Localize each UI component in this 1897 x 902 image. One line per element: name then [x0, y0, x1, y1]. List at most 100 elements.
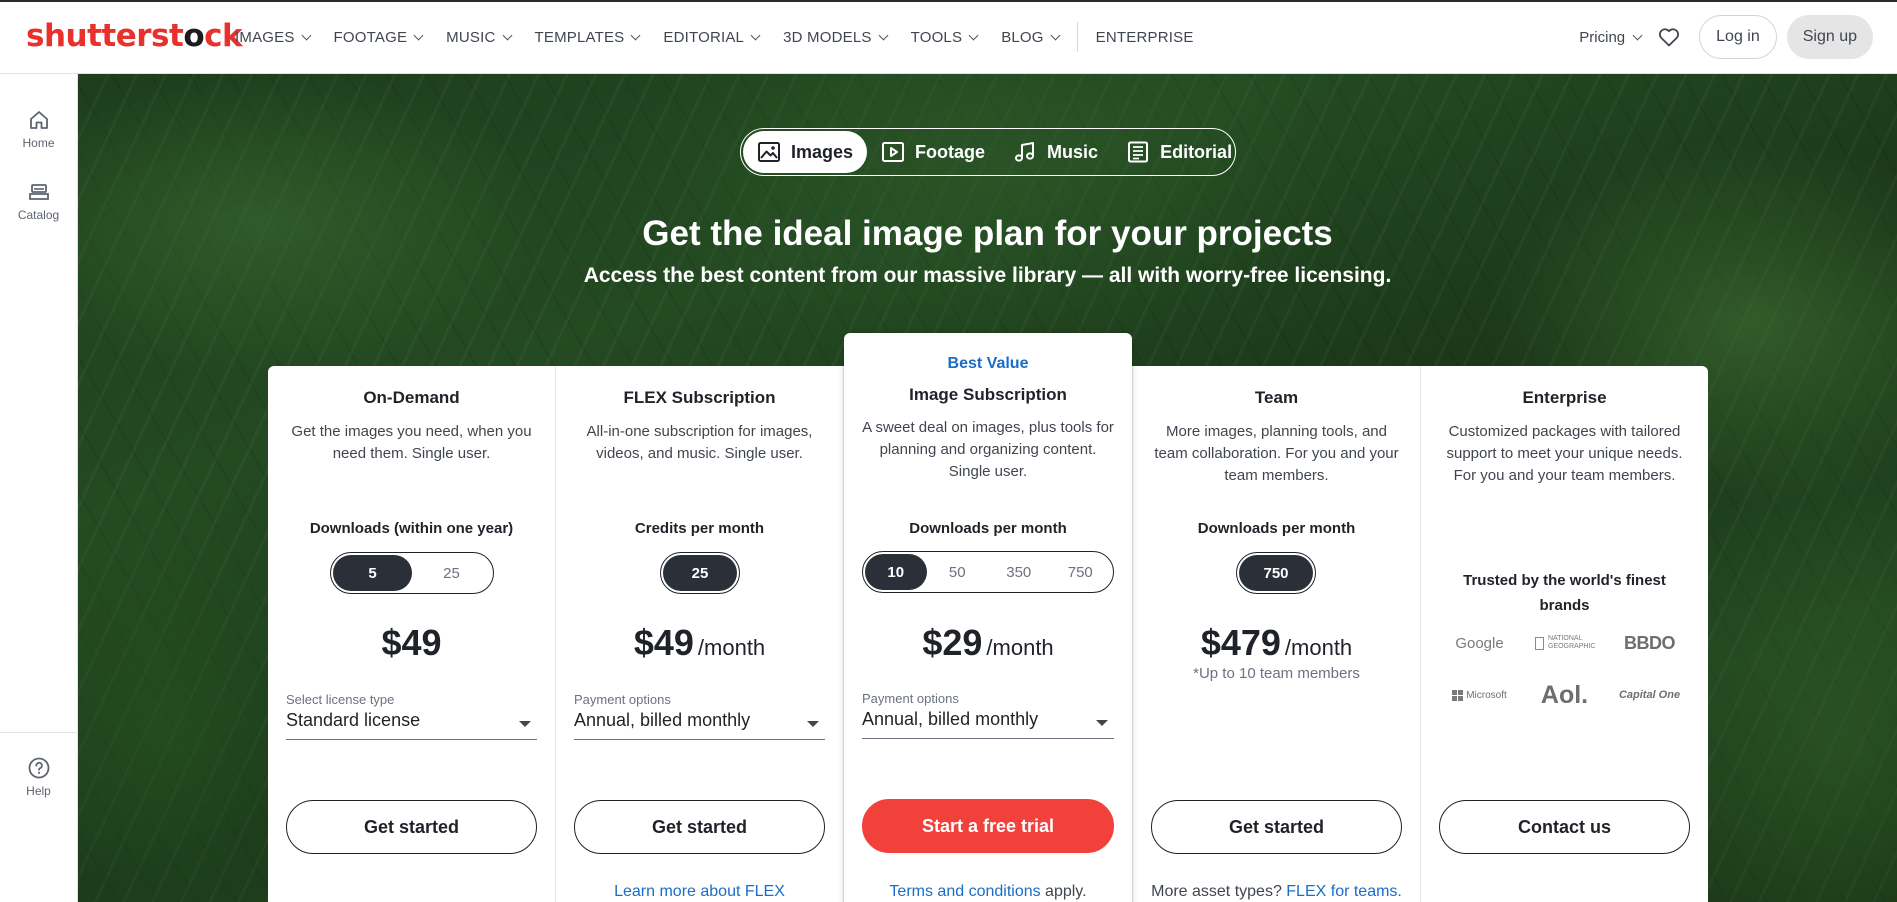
chevron-down-icon	[1050, 30, 1061, 40]
quantity-label: Downloads (within one year)	[309, 520, 514, 537]
natgeo-text: NATIONAL GEOGRAPHIC	[1548, 635, 1596, 650]
page-title: Get the ideal image plan for your projec…	[642, 214, 1333, 253]
heart-icon[interactable]	[1657, 25, 1681, 49]
nav-3d-models[interactable]: 3D MODELS	[783, 29, 889, 46]
price-period: /month	[697, 635, 766, 660]
music-note-icon	[1015, 142, 1035, 162]
payment-options-select[interactable]: Annual, billed monthly	[574, 710, 825, 740]
nav-blog[interactable]: BLOG	[1001, 29, 1061, 46]
nav-images[interactable]: IMAGES	[235, 29, 311, 46]
contact-us-button[interactable]: Contact us	[1439, 800, 1690, 854]
sidebar-item-catalog[interactable]: Catalog	[0, 180, 77, 222]
quantity-option-5[interactable]: 5	[333, 555, 412, 591]
trusted-brands-heading: Trusted by the world's finest brands	[1463, 572, 1666, 614]
shutterstock-logo[interactable]: shutterstock	[26, 18, 243, 54]
pricing-plans: On-Demand Get the images you need, when …	[268, 333, 1708, 902]
nav-music[interactable]: MUSIC	[446, 29, 512, 46]
chevron-down-icon	[1632, 30, 1643, 40]
windows-icon	[1452, 689, 1464, 701]
plan-price: $49/month	[556, 622, 843, 664]
flex-for-teams-link[interactable]: FLEX for teams.	[1286, 883, 1402, 900]
top-navigation: shutterstock IMAGES FOOTAGE MUSIC TEMPLA…	[0, 0, 1897, 74]
pricing-label: Pricing	[1579, 28, 1626, 46]
license-type-label: Select license type	[286, 692, 395, 707]
get-started-button[interactable]: Get started	[1151, 800, 1402, 854]
get-started-button[interactable]: Get started	[574, 800, 825, 854]
quantity-option-750[interactable]: 750	[1239, 555, 1313, 591]
chevron-down-icon	[413, 30, 424, 40]
logo-text-red: shutterst	[26, 18, 184, 54]
nav-editorial[interactable]: EDITORIAL	[663, 28, 761, 46]
nav-editorial-label: EDITORIAL	[663, 28, 745, 46]
pricing-menu[interactable]: Pricing	[1579, 28, 1643, 46]
asset-types-text: More asset types?	[1151, 883, 1287, 900]
account-controls: Pricing Log in Sign up	[1579, 14, 1873, 60]
sidebar-item-help[interactable]: Help	[0, 756, 77, 798]
price-amount: $49	[633, 622, 694, 663]
tab-editorial[interactable]: Editorial	[1112, 131, 1246, 173]
bbdo-logo: BBDO	[1624, 632, 1676, 653]
quantity-option-750[interactable]: 750	[1050, 554, 1112, 590]
plan-name: Team	[1254, 388, 1299, 407]
natgeo-frame-icon	[1535, 636, 1544, 650]
get-started-button[interactable]: Get started	[286, 800, 537, 854]
video-icon	[882, 142, 905, 162]
media-type-tabs: Images Footage Music Editorial	[740, 128, 1236, 176]
login-button[interactable]: Log in	[1699, 15, 1777, 59]
nav-enterprise[interactable]: ENTERPRISE	[1096, 29, 1194, 46]
chevron-down-icon	[630, 30, 641, 40]
signup-button[interactable]: Sign up	[1786, 15, 1873, 59]
payment-options-select[interactable]: Annual, billed monthly	[862, 709, 1114, 739]
sidebar-item-home[interactable]: Home	[0, 108, 77, 150]
payment-options-label: Payment options	[862, 691, 959, 706]
quantity-label: Downloads per month	[909, 520, 1067, 537]
team-members-note: *Up to 10 team members	[1193, 665, 1360, 682]
quantity-option-25[interactable]: 25	[663, 555, 737, 591]
tab-images[interactable]: Images	[743, 131, 868, 173]
price-period: /month	[1284, 635, 1353, 660]
tab-music[interactable]: Music	[999, 131, 1112, 173]
tab-images-label: Images	[791, 141, 854, 162]
quantity-option-50[interactable]: 50	[927, 554, 989, 590]
learn-more-flex-link[interactable]: Learn more about FLEX	[614, 883, 785, 900]
plan-description: A sweet deal on images, plus tools for p…	[862, 419, 1114, 480]
help-icon	[28, 757, 49, 779]
tab-footage[interactable]: Footage	[867, 131, 999, 173]
terms-link[interactable]: Terms and conditions	[889, 883, 1040, 900]
quantity-label: Credits per month	[634, 520, 765, 537]
plan-price: $479/month	[1133, 622, 1420, 664]
nav-tools-label: TOOLS	[910, 28, 963, 46]
quantity-selector: 5 25	[330, 552, 494, 594]
price-amount: $49	[381, 622, 442, 663]
tab-editorial-label: Editorial	[1160, 141, 1233, 162]
google-logo: Google	[1455, 634, 1504, 652]
plan-card-team: Team More images, planning tools, and te…	[1132, 366, 1420, 902]
chevron-down-icon	[968, 30, 979, 40]
tab-footage-label: Footage	[915, 141, 986, 162]
home-icon	[29, 111, 48, 129]
plan-name: Enterprise	[1522, 388, 1607, 407]
quantity-option-25[interactable]: 25	[412, 555, 491, 591]
sidebar-catalog-label: Catalog	[17, 208, 60, 222]
tab-music-label: Music	[1047, 141, 1099, 162]
nav-templates-label: TEMPLATES	[534, 28, 625, 46]
start-free-trial-button[interactable]: Start a free trial	[862, 799, 1114, 853]
quantity-option-350[interactable]: 350	[988, 554, 1050, 590]
microsoft-text: Microsoft	[1466, 689, 1507, 701]
chevron-down-icon	[301, 30, 311, 40]
plan-footnote: Learn more about FLEX	[556, 883, 843, 901]
price-period: /month	[986, 635, 1054, 660]
microsoft-logo: Microsoft	[1437, 680, 1522, 710]
nav-templates[interactable]: TEMPLATES	[534, 28, 641, 46]
quantity-option-10[interactable]: 10	[865, 554, 927, 590]
plan-card-flex: FLEX Subscription All-in-one subscriptio…	[556, 366, 844, 902]
pricing-hero: Images Footage Music Editorial Get the i…	[78, 74, 1897, 902]
sidebar-help-label: Help	[26, 784, 51, 798]
nav-tools[interactable]: TOOLS	[910, 28, 979, 46]
plan-footnote: Terms and conditions apply.	[844, 883, 1132, 901]
plan-price: $29/month	[844, 622, 1132, 664]
license-type-select[interactable]: Standard license	[286, 710, 537, 740]
nav-footage[interactable]: FOOTAGE	[334, 29, 424, 46]
best-value-badge: Best Value	[947, 355, 1029, 372]
catalog-icon	[28, 184, 49, 200]
